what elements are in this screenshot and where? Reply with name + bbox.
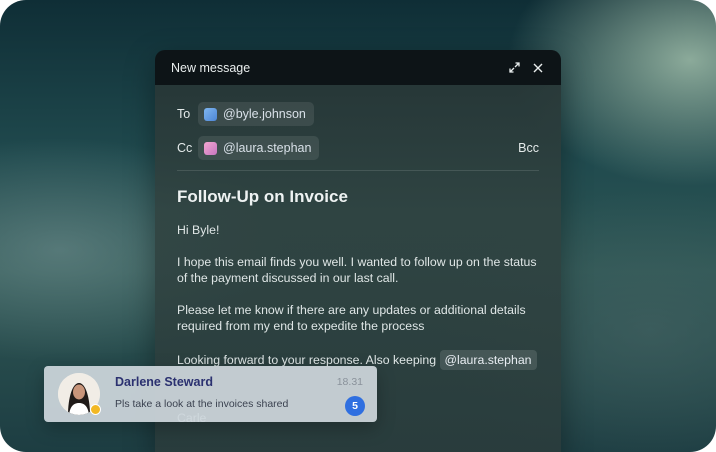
body-paragraph: Please let me know if there are any upda… — [177, 303, 526, 333]
expand-icon[interactable] — [507, 61, 521, 75]
sender-name: Darlene Steward — [115, 375, 213, 389]
to-label: To — [177, 107, 191, 121]
mention-chip[interactable]: @laura.stephan — [439, 350, 537, 370]
unread-count-badge: 5 — [345, 396, 365, 416]
recipient-fields: To @byle.johnson Cc @laura.stephan Bcc — [155, 85, 561, 160]
cc-label: Cc — [177, 141, 193, 155]
body-paragraph: I hope this email finds you well. I want… — [177, 255, 537, 285]
to-recipient-chip[interactable]: @byle.johnson — [198, 102, 314, 126]
divider — [177, 170, 539, 171]
to-row: To @byle.johnson — [177, 102, 539, 126]
compose-title: New message — [171, 60, 251, 75]
compose-titlebar: New message — [155, 50, 561, 85]
greeting: Hi Byle! — [177, 223, 220, 237]
recipient-avatar-icon — [204, 141, 217, 155]
recipient-avatar-icon — [204, 107, 217, 121]
message-preview: Pls take a look at the invoices shared — [115, 398, 289, 410]
cc-recipient-chip[interactable]: @laura.stephan — [198, 136, 320, 160]
cc-recipient-name: @laura.stephan — [223, 141, 312, 155]
chat-notification[interactable]: Darlene Steward 18.31 Pls take a look at… — [44, 366, 377, 422]
body-paragraph-text: Looking forward to your response. Also k… — [177, 353, 437, 367]
message-time: 18.31 — [336, 376, 363, 388]
subject-field[interactable]: Follow-Up on Invoice — [177, 187, 539, 207]
close-icon[interactable] — [531, 61, 545, 75]
presence-indicator — [90, 404, 101, 415]
cc-row: Cc @laura.stephan Bcc — [177, 136, 539, 160]
bcc-button[interactable]: Bcc — [518, 141, 539, 155]
to-recipient-name: @byle.johnson — [223, 107, 306, 121]
